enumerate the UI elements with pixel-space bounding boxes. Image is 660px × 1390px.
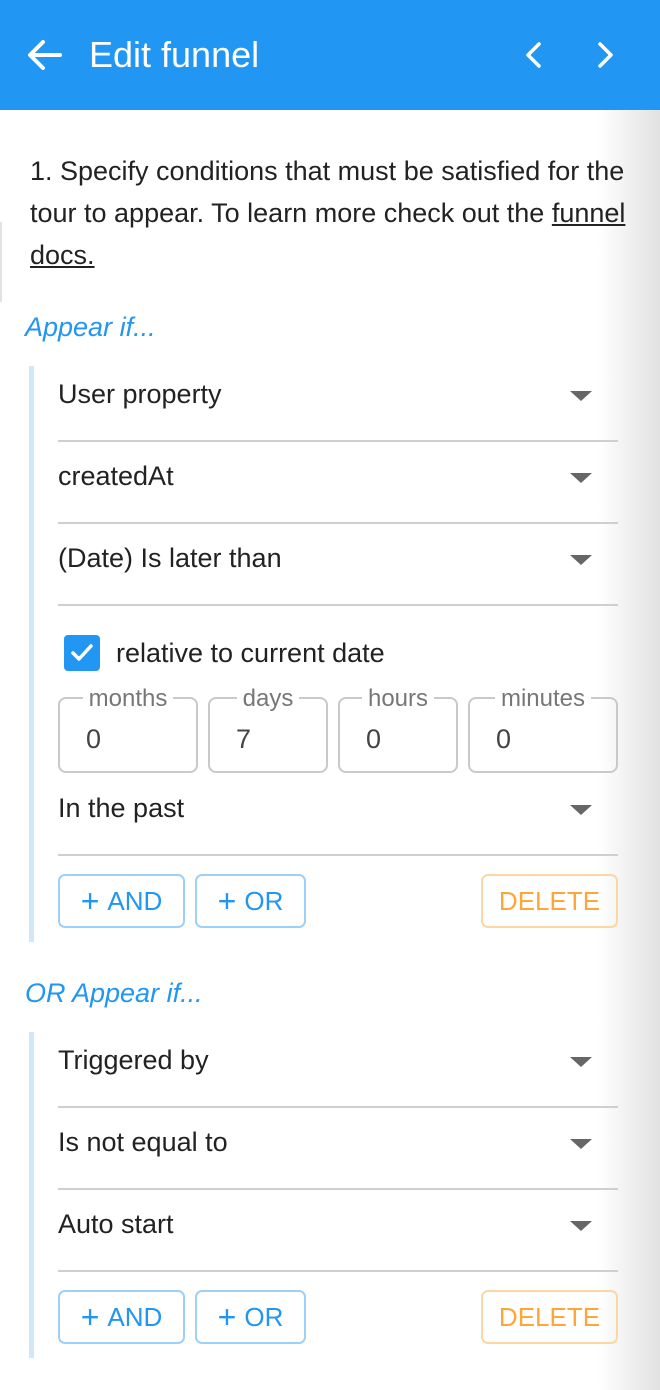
caret-down-icon [570,1139,592,1149]
left-edge-marker [0,222,2,302]
add-or-button[interactable]: + OR [195,1290,306,1344]
select-value: Auto start [58,1209,174,1239]
months-label: months [82,685,174,712]
property-select[interactable]: createdAt [58,440,618,524]
value-select[interactable]: Auto start [58,1188,618,1272]
plus-icon: + [217,1299,237,1335]
add-and-button[interactable]: + AND [58,874,185,928]
select-value: In the past [58,793,185,823]
caret-down-icon [570,1221,592,1231]
checkbox-checked[interactable] [64,635,100,671]
group-bar [29,1032,34,1358]
plus-icon: + [217,883,237,919]
caret-down-icon [570,473,592,483]
hours-value: 0 [366,724,382,754]
minutes-value: 0 [496,724,512,754]
caret-down-icon [570,1057,592,1067]
plus-icon: + [80,1299,100,1335]
select-value: User property [58,379,222,409]
days-input[interactable]: days 7 [208,685,328,773]
group-bar [29,366,34,942]
delete-button[interactable]: DELETE [481,1290,618,1344]
button-label: OR [244,885,284,916]
select-value: Triggered by [58,1045,209,1075]
intro-text: 1. Specify conditions that must be satis… [30,150,630,276]
caret-down-icon [570,391,592,401]
button-label: AND [107,885,163,916]
checkbox-label: relative to current date [116,638,385,668]
group-title: OR Appear if... [25,978,203,1008]
button-label: OR [244,1301,284,1332]
operator-select[interactable]: Is not equal to [58,1106,618,1190]
button-label: DELETE [498,885,601,916]
page-title: Edit funnel [89,34,260,75]
months-input[interactable]: months 0 [58,685,198,773]
minutes-input[interactable]: minutes 0 [468,685,618,773]
months-value: 0 [86,724,102,754]
delete-button[interactable]: DELETE [481,874,618,928]
caret-down-icon [570,555,592,565]
chevron-right-icon[interactable] [586,36,624,74]
hours-input[interactable]: hours 0 [338,685,458,773]
condition-type-select[interactable]: User property [58,358,618,442]
intro-description: 1. Specify conditions that must be satis… [30,156,625,228]
header-bar: Edit funnel [0,0,660,110]
button-label: AND [107,1301,163,1332]
button-label: DELETE [498,1301,601,1332]
checkmark-icon [71,644,93,661]
direction-select[interactable]: In the past [58,772,618,856]
plus-icon: + [80,883,100,919]
caret-down-icon [570,805,592,815]
days-label: days [236,685,300,712]
select-value: createdAt [58,461,174,491]
relative-date-checkbox-row[interactable]: relative to current date [62,632,462,674]
select-value: (Date) Is later than [58,543,282,573]
select-value: Is not equal to [58,1127,228,1157]
add-and-button[interactable]: + AND [58,1290,185,1344]
chevron-left-icon[interactable] [515,36,553,74]
days-value: 7 [236,724,252,754]
operator-select[interactable]: (Date) Is later than [58,522,618,606]
minutes-label: minutes [494,685,592,712]
condition-type-select[interactable]: Triggered by [58,1024,618,1108]
hours-label: hours [361,685,435,712]
back-arrow-icon[interactable] [24,34,64,76]
add-or-button[interactable]: + OR [195,874,306,928]
group-title: Appear if... [25,312,156,342]
